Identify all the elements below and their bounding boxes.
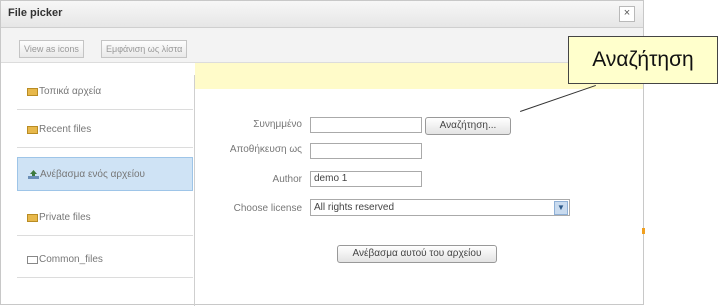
file-picker-dialog: File picker × View as icons Εμφάνιση ως … — [0, 0, 644, 306]
sidebar-item-common-files[interactable]: Common_files — [17, 243, 193, 278]
license-select[interactable]: All rights reserved ▼ — [310, 199, 570, 216]
sidebar-item-recent-files[interactable]: Recent files — [17, 113, 193, 148]
page-edge-marker — [642, 228, 645, 234]
sidebar-item-upload-file[interactable]: Ανέβασμα ενός αρχείου — [17, 157, 193, 191]
browse-button[interactable]: Αναζήτηση... — [425, 117, 511, 135]
author-label: Author — [272, 174, 302, 185]
save-as-label: Αποθήκευση ως — [229, 144, 302, 155]
sidebar-item-private-files[interactable]: Private files — [17, 201, 193, 236]
sidebar-item-label: Ανέβασμα ενός αρχείου — [40, 169, 146, 180]
repository-sidebar: Τοπικά αρχεία Recent files Ανέβασμα ενός… — [17, 75, 195, 306]
choose-license-label: Choose license — [233, 203, 302, 214]
close-icon[interactable]: × — [619, 6, 635, 22]
sidebar-item-label: Common_files — [39, 254, 103, 265]
chevron-down-icon: ▼ — [554, 201, 568, 215]
upload-icon — [28, 170, 39, 179]
sidebar-item-label: Recent files — [39, 124, 92, 135]
view-as-list-button[interactable]: Εμφάνιση ως λίστα — [101, 40, 188, 58]
save-as-field[interactable] — [310, 143, 422, 159]
author-field[interactable]: demo 1 — [310, 171, 422, 187]
sidebar-item-label: Τοπικά αρχεία — [39, 86, 102, 97]
attachment-label: Συνημμένο — [253, 119, 302, 130]
file-icon — [27, 256, 38, 264]
folder-icon — [27, 214, 38, 222]
dialog-title: File picker — [8, 7, 63, 19]
license-value: All rights reserved — [314, 202, 395, 213]
view-toolbar: View as icons Εμφάνιση ως λίστα — [1, 28, 643, 63]
sidebar-item-label: Private files — [39, 212, 91, 223]
callout-label: Αναζήτηση — [568, 36, 718, 84]
upload-panel: Συνημμένο Αναζήτηση... Αποθήκευση ως Aut… — [195, 63, 643, 306]
view-as-icons-button[interactable]: View as icons — [19, 40, 84, 58]
upload-file-button[interactable]: Ανέβασμα αυτού του αρχείου — [337, 245, 497, 263]
folder-icon — [27, 88, 38, 96]
title-bar: File picker × — [1, 1, 643, 28]
attachment-field[interactable] — [310, 117, 422, 133]
folder-icon — [27, 126, 38, 134]
sidebar-item-local-files[interactable]: Τοπικά αρχεία — [17, 75, 193, 110]
